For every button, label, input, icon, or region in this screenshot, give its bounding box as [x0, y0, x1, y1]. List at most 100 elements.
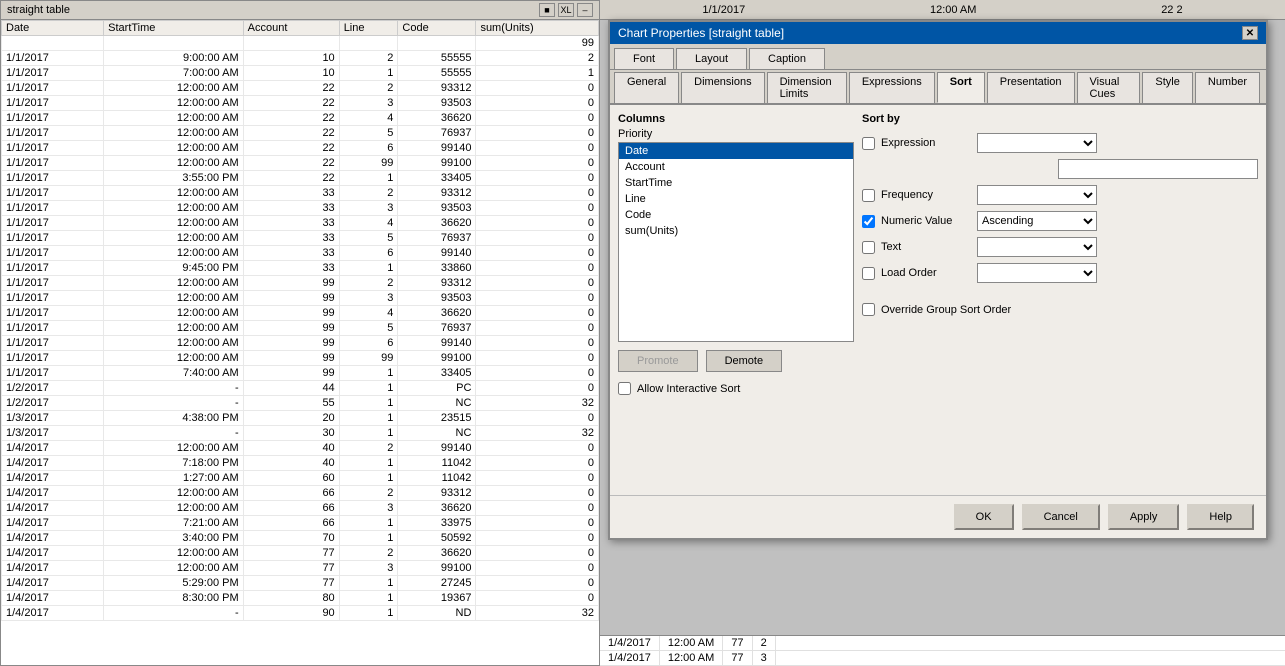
table-cell: 36620: [398, 306, 476, 321]
table-cell: 1/4/2017: [2, 606, 104, 621]
table-cell: 1/2/2017: [2, 381, 104, 396]
tab-caption[interactable]: Caption: [749, 48, 825, 69]
table-cell: 99140: [398, 246, 476, 261]
table-cell: 1/1/2017: [2, 246, 104, 261]
table-cell: 1/4/2017: [2, 591, 104, 606]
table-cell: 22: [243, 171, 339, 186]
table-row: 1/1/201712:00:00 AM993935030: [2, 291, 599, 306]
dialog-footer: OK Cancel Apply Help: [610, 495, 1266, 538]
table-cell: 99: [243, 336, 339, 351]
priority-label: Priority: [618, 128, 854, 140]
table-row: 99: [2, 36, 599, 51]
table-cell: 1/1/2017: [2, 51, 104, 66]
tab-style[interactable]: Style: [1142, 72, 1192, 103]
table-cell: 22: [243, 126, 339, 141]
frequency-dropdown[interactable]: [977, 185, 1097, 205]
text-dropdown[interactable]: [977, 237, 1097, 257]
tab-presentation[interactable]: Presentation: [987, 72, 1075, 103]
tab-dimension-limits[interactable]: Dimension Limits: [767, 72, 847, 103]
override-checkbox[interactable]: [862, 303, 875, 316]
ok-button[interactable]: OK: [954, 504, 1014, 530]
table-cell: 5: [339, 321, 398, 336]
promote-button[interactable]: Promote: [618, 350, 698, 372]
priority-list-item[interactable]: Account: [619, 159, 853, 175]
priority-list-item[interactable]: Line: [619, 191, 853, 207]
table-cell: 0: [476, 156, 599, 171]
table-row: 1/4/20177:21:00 AM661339750: [2, 516, 599, 531]
bottom-cell: 1/4/2017: [600, 636, 660, 650]
priority-list-item[interactable]: sum(Units): [619, 223, 853, 239]
tab-expressions[interactable]: Expressions: [849, 72, 935, 103]
allow-interactive-sort-checkbox[interactable]: [618, 382, 631, 395]
apply-button[interactable]: Apply: [1108, 504, 1180, 530]
table-cell: 40: [243, 441, 339, 456]
table-cell: 1/1/2017: [2, 141, 104, 156]
table-cell: 99: [243, 321, 339, 336]
table-row: 1/4/20177:18:00 PM401110420: [2, 456, 599, 471]
table-cell: -: [104, 606, 243, 621]
table-cell: 6: [339, 246, 398, 261]
table-row: 1/4/201712:00:00 AM773991000: [2, 561, 599, 576]
table-cell: 4: [339, 216, 398, 231]
table-cell: 11042: [398, 456, 476, 471]
priority-list-item[interactable]: Date: [619, 143, 853, 159]
table-cell: [2, 36, 104, 51]
table-cell: 99: [243, 291, 339, 306]
demote-button[interactable]: Demote: [706, 350, 783, 372]
table-row: 1/4/201712:00:00 AM402991400: [2, 441, 599, 456]
table-cell: 1/3/2017: [2, 411, 104, 426]
table-min-button[interactable]: ■: [539, 3, 555, 17]
table-cell: 2: [339, 486, 398, 501]
table-cell: 12:00:00 AM: [104, 351, 243, 366]
dialog-body: Columns Priority DateAccountStartTimeLin…: [610, 105, 1266, 495]
load-order-checkbox[interactable]: [862, 267, 875, 280]
priority-list-item[interactable]: Code: [619, 207, 853, 223]
text-checkbox[interactable]: [862, 241, 875, 254]
expression-checkbox[interactable]: [862, 137, 875, 150]
help-button[interactable]: Help: [1187, 504, 1254, 530]
table-cell: 1/1/2017: [2, 186, 104, 201]
table-cell: 11042: [398, 471, 476, 486]
table-cell: 3: [339, 96, 398, 111]
numeric-value-dropdown[interactable]: Ascending Descending: [977, 211, 1097, 231]
tab-visual-cues[interactable]: Visual Cues: [1077, 72, 1141, 103]
table-cell: [398, 36, 476, 51]
table-cell: 66: [243, 501, 339, 516]
table-cell: 93503: [398, 201, 476, 216]
table-cell: 0: [476, 321, 599, 336]
tab-dimensions[interactable]: Dimensions: [681, 72, 764, 103]
numeric-value-checkbox[interactable]: [862, 215, 875, 228]
table-row: 1/4/201712:00:00 AM663366200: [2, 501, 599, 516]
table-cell: 1/4/2017: [2, 531, 104, 546]
table-cell: 12:00:00 AM: [104, 306, 243, 321]
col-header-line: Line: [339, 21, 398, 36]
table-cell: 1: [339, 516, 398, 531]
table-cell: 1/2/2017: [2, 396, 104, 411]
dialog-close-button[interactable]: ✕: [1242, 26, 1258, 40]
cancel-button[interactable]: Cancel: [1022, 504, 1100, 530]
table-cell: 32: [476, 606, 599, 621]
table-row: 1/1/201712:00:00 AM226991400: [2, 141, 599, 156]
tab-general[interactable]: General: [614, 72, 679, 103]
tab-sort[interactable]: Sort: [937, 72, 985, 103]
priority-list-item[interactable]: StartTime: [619, 175, 853, 191]
table-cell: NC: [398, 426, 476, 441]
frequency-row: Frequency: [862, 185, 1258, 205]
table-cell: 80: [243, 591, 339, 606]
tab-layout[interactable]: Layout: [676, 48, 747, 69]
table-cell: 1: [476, 66, 599, 81]
table-xl-button[interactable]: XL: [558, 3, 574, 17]
table-cell: 9:00:00 AM: [104, 51, 243, 66]
priority-list[interactable]: DateAccountStartTimeLineCodesum(Units): [618, 142, 854, 342]
expression-dropdown[interactable]: [977, 133, 1097, 153]
tab-number[interactable]: Number: [1195, 72, 1260, 103]
expression-text-input[interactable]: [1058, 159, 1258, 179]
table-cell: 22: [243, 96, 339, 111]
load-order-label: Load Order: [881, 267, 971, 279]
table-cell: 12:00:00 AM: [104, 111, 243, 126]
tab-font[interactable]: Font: [614, 48, 674, 69]
load-order-dropdown[interactable]: [977, 263, 1097, 283]
table-dash-button[interactable]: –: [577, 3, 593, 17]
frequency-checkbox[interactable]: [862, 189, 875, 202]
table-cell: 77: [243, 546, 339, 561]
